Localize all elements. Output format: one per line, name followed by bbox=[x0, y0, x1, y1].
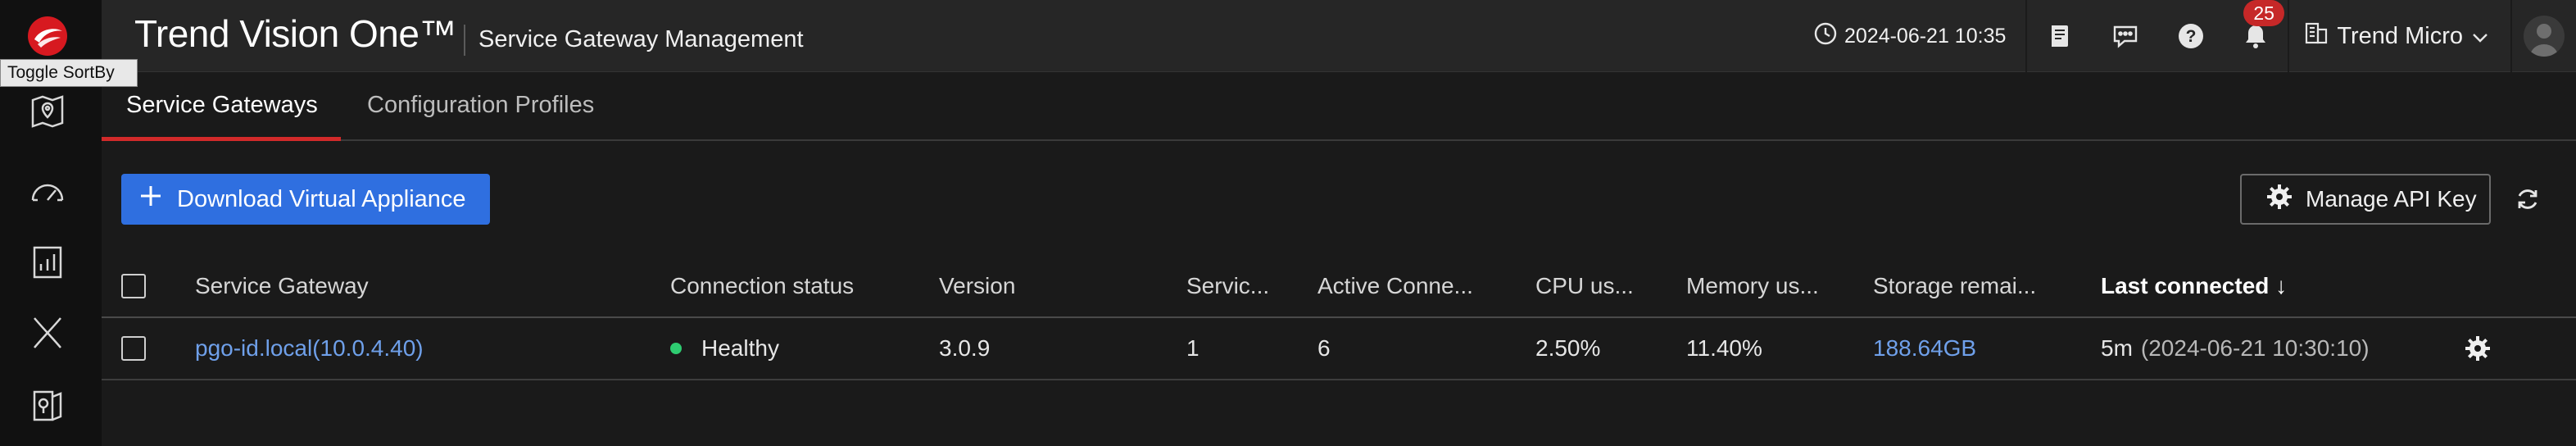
row-checkbox[interactable] bbox=[121, 336, 146, 361]
chevron-down-icon bbox=[2471, 23, 2489, 50]
connection-status-text: Healthy bbox=[701, 335, 779, 361]
gateway-name-link[interactable]: pgo-id.local(10.0.4.40) bbox=[195, 318, 424, 379]
storage-remaining-link[interactable]: 188.64GB bbox=[1873, 318, 1976, 379]
last-connected-value: 5m (2024-06-21 10:30:10) bbox=[2101, 318, 2370, 379]
table-row: pgo-id.local(10.0.4.40) Healthy 3.0.9 1 … bbox=[102, 318, 2576, 380]
memory-usage-value: 11.40% bbox=[1686, 335, 1762, 361]
col-memory-usage[interactable]: Memory us... bbox=[1686, 256, 1819, 316]
tab-service-gateways[interactable]: Service Gateways bbox=[102, 92, 341, 141]
help-icon[interactable]: ? bbox=[2158, 0, 2224, 72]
tenant-name: Trend Micro bbox=[2337, 22, 2463, 49]
select-all-checkbox[interactable] bbox=[121, 274, 146, 298]
tab-configuration-profiles[interactable]: Configuration Profiles bbox=[367, 92, 594, 141]
plus-icon bbox=[139, 184, 162, 214]
version-value: 3.0.9 bbox=[939, 335, 991, 361]
notification-count-badge: 25 bbox=[2243, 0, 2284, 26]
top-bar: Trend Vision One™ Service Gateway Manage… bbox=[102, 0, 2576, 72]
col-cpu-usage[interactable]: CPU us... bbox=[1535, 256, 1634, 316]
datetime-display[interactable]: 2024-06-21 10:35 bbox=[1794, 0, 2028, 72]
brand-divider bbox=[464, 25, 465, 56]
product-brand[interactable]: Trend Vision One™ bbox=[134, 11, 456, 56]
cpu-usage-value: 2.50% bbox=[1535, 335, 1601, 361]
tenant-selector[interactable]: Trend Micro bbox=[2289, 0, 2512, 72]
xdr-icon[interactable] bbox=[26, 312, 69, 354]
report-chart-icon[interactable] bbox=[26, 241, 69, 284]
col-last-connected[interactable]: Last connected ↓ bbox=[2101, 256, 2287, 316]
table-header: Service Gateway Connection status Versio… bbox=[102, 256, 2576, 318]
col-active-connections[interactable]: Active Conne... bbox=[1317, 256, 1473, 316]
manage-api-key-label: Manage API Key bbox=[2306, 186, 2477, 212]
col-version[interactable]: Version bbox=[939, 256, 1015, 316]
service-gateway-table: Service Gateway Connection status Versio… bbox=[102, 256, 2576, 380]
documentation-icon[interactable] bbox=[2027, 0, 2093, 72]
user-menu[interactable] bbox=[2512, 0, 2576, 72]
page-title: Service Gateway Management bbox=[478, 26, 804, 52]
clock-icon bbox=[1813, 21, 1838, 52]
services-value: 1 bbox=[1186, 335, 1200, 361]
row-settings-icon[interactable] bbox=[2465, 318, 2491, 379]
gear-icon bbox=[2266, 184, 2293, 216]
trend-logo-icon[interactable] bbox=[26, 15, 69, 57]
chat-feedback-icon[interactable] bbox=[2093, 0, 2158, 72]
toggle-sortby-tooltip: Toggle SortBy bbox=[0, 59, 138, 87]
row-checkbox-cell bbox=[121, 318, 146, 379]
map-pin-icon[interactable] bbox=[26, 90, 69, 133]
tab-bar: Service Gateways Configuration Profiles bbox=[102, 72, 2576, 141]
select-all-checkbox-cell bbox=[121, 256, 146, 316]
avatar bbox=[2524, 16, 2565, 57]
download-virtual-appliance-button[interactable]: Download Virtual Appliance bbox=[121, 174, 490, 225]
col-connection-status[interactable]: Connection status bbox=[670, 256, 854, 316]
refresh-icon[interactable] bbox=[2509, 180, 2547, 218]
datetime-text: 2024-06-21 10:35 bbox=[1844, 24, 2007, 48]
download-button-label: Download Virtual Appliance bbox=[177, 185, 466, 212]
col-services[interactable]: Servic... bbox=[1186, 256, 1269, 316]
sidebar: Toggle SortBy bbox=[0, 0, 138, 446]
speedometer-icon[interactable] bbox=[26, 171, 69, 213]
map-document-icon[interactable] bbox=[26, 384, 69, 426]
last-connected-relative: 5m bbox=[2101, 335, 2133, 361]
connection-status: Healthy bbox=[670, 318, 779, 379]
manage-api-key-button[interactable]: Manage API Key bbox=[2240, 174, 2491, 225]
col-service-gateway[interactable]: Service Gateway bbox=[195, 256, 369, 316]
svg-text:?: ? bbox=[2186, 27, 2197, 46]
last-connected-timestamp: (2024-06-21 10:30:10) bbox=[2140, 335, 2370, 361]
topbar-actions: 2024-06-21 10:35 ? 25 Trend Micro bbox=[1794, 0, 2576, 72]
notifications-icon[interactable]: 25 bbox=[2224, 0, 2290, 72]
active-connections-value: 6 bbox=[1317, 335, 1331, 361]
healthy-status-dot bbox=[670, 343, 682, 354]
building-icon bbox=[2304, 20, 2329, 52]
col-storage-remaining[interactable]: Storage remai... bbox=[1873, 256, 2036, 316]
